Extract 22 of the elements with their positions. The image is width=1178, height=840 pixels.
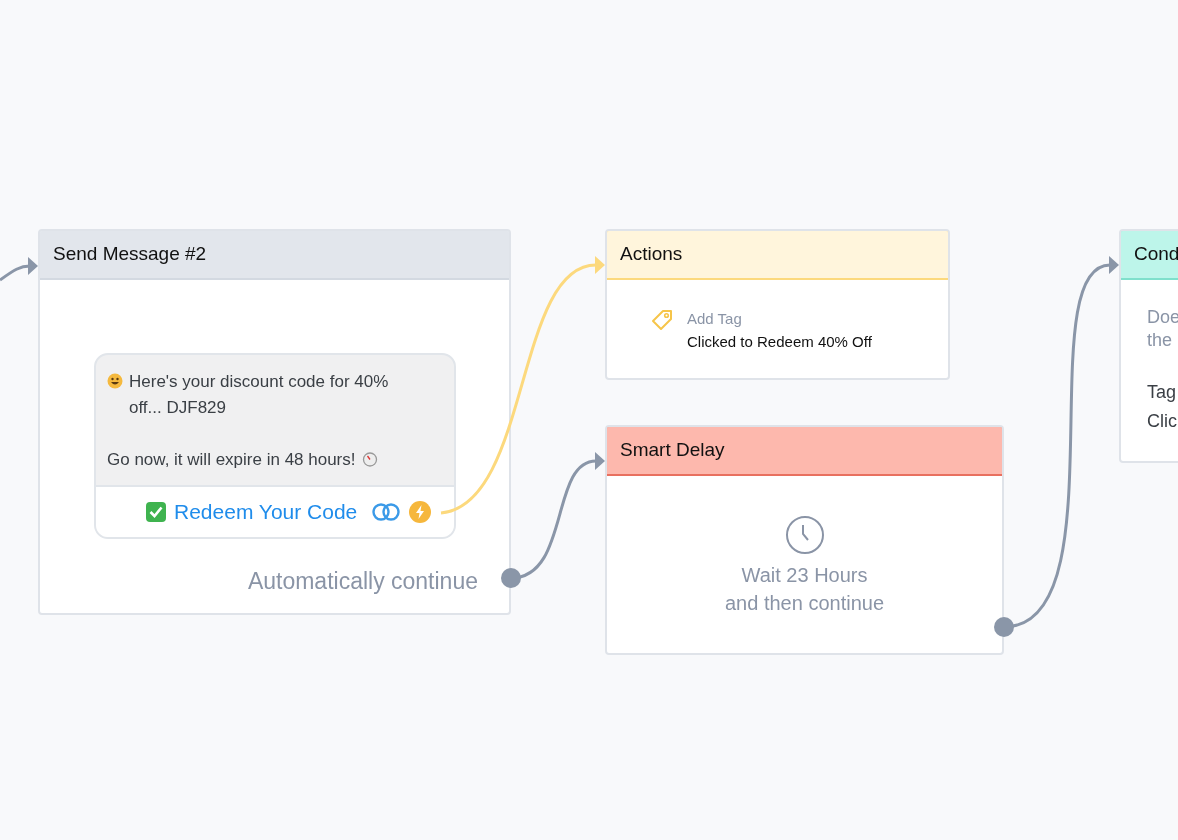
condition-rule: Clic xyxy=(1147,410,1178,433)
smiley-icon xyxy=(107,373,123,389)
footer-text: Automatically continue xyxy=(247,567,478,596)
connector-arrow xyxy=(0,257,38,282)
node-title: Smart Delay xyxy=(620,438,725,463)
condition-text: the xyxy=(1147,329,1174,352)
stopwatch-icon xyxy=(361,451,378,467)
message-text: Go now, it will expire in 48 hours! xyxy=(107,450,356,469)
checkmark-icon xyxy=(146,502,166,522)
message-text: Here's your discount code for 40% off... DJF829 xyxy=(129,371,390,419)
node-title: Actions xyxy=(620,242,683,267)
lightning-icon[interactable] xyxy=(409,501,432,523)
link-icon xyxy=(371,503,402,521)
node-title: Cond xyxy=(1134,242,1178,267)
delay-text: and then continue xyxy=(725,591,884,616)
clock-icon xyxy=(784,515,825,555)
delay-text: Wait 23 Hours xyxy=(741,563,868,588)
action-label: Add Tag xyxy=(687,309,743,329)
condition-rule: Tag xyxy=(1147,381,1178,404)
tag-icon xyxy=(651,309,673,331)
action-value: Clicked to Redeem 40% Off xyxy=(687,332,872,352)
node-title: Send Message #2 xyxy=(53,242,207,267)
